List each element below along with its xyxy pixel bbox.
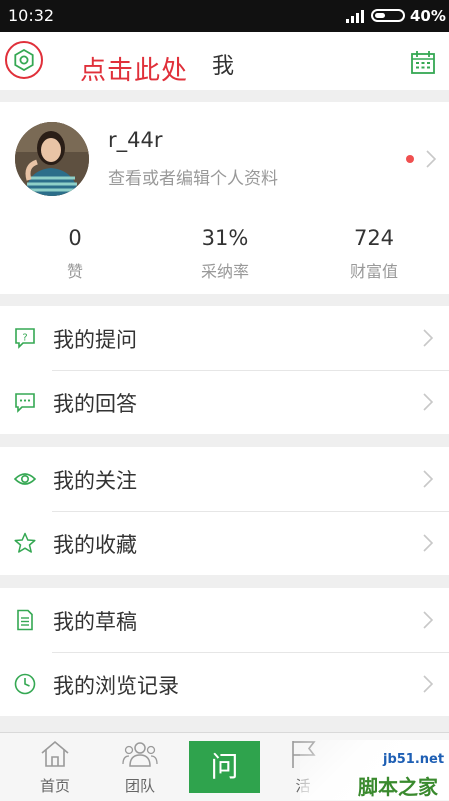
menu-item-my-drafts[interactable]: 我的草稿	[0, 588, 449, 652]
menu-item-label: 我的关注	[53, 469, 137, 493]
chevron-right-icon	[426, 150, 437, 168]
stat-value: 0	[68, 226, 82, 250]
gear-icon	[14, 49, 34, 71]
status-time: 10:32	[8, 6, 55, 25]
menu-item-my-follows[interactable]: 我的关注	[0, 447, 449, 511]
page-title: 我	[212, 54, 235, 79]
stat-label: 赞	[66, 262, 83, 281]
notification-dot	[406, 155, 414, 163]
star-icon	[14, 532, 36, 553]
settings-button[interactable]	[5, 41, 45, 81]
username: r_44r	[108, 128, 163, 152]
menu-item-label: 我的收藏	[53, 533, 137, 557]
answer-bubble-icon	[15, 393, 35, 413]
battery-level	[375, 13, 385, 18]
svg-text:?: ?	[22, 333, 27, 344]
nav-team[interactable]: 团队	[105, 733, 175, 801]
stat-label: 财富值	[349, 262, 398, 281]
annotation-text: 点击此处	[80, 56, 189, 86]
menu-group-qa: ? 我的提问 我的回答	[0, 306, 449, 434]
stat-label: 采纳率	[200, 262, 249, 281]
menu-item-label: 我的浏览记录	[53, 674, 179, 698]
stat-wealth[interactable]: 724 财富值	[299, 214, 449, 282]
stat-value: 31%	[201, 226, 249, 250]
battery-percent: 40%	[410, 7, 446, 25]
menu-group-follow: 我的关注 我的收藏	[0, 447, 449, 575]
menu-item-my-favorites[interactable]: 我的收藏	[0, 511, 449, 575]
watermark-name: 脚本之家	[358, 775, 438, 799]
nav-label: 团队	[124, 777, 155, 795]
chevron-right-icon	[423, 470, 434, 488]
chevron-right-icon	[423, 534, 434, 552]
watermark-url: jb51.net	[383, 752, 445, 767]
profile-card[interactable]: r_44r 查看或者编辑个人资料	[0, 102, 449, 215]
chevron-right-icon	[423, 675, 434, 693]
profile-edit-hint: 查看或者编辑个人资料	[108, 169, 278, 189]
stat-value: 724	[353, 226, 395, 250]
menu-item-browse-history[interactable]: 我的浏览记录	[0, 652, 449, 716]
status-bar: 10:32 40%	[0, 0, 449, 32]
stat-likes[interactable]: 0 赞	[0, 214, 150, 282]
calendar-icon[interactable]	[410, 50, 436, 76]
menu-item-label: 我的草稿	[53, 610, 137, 634]
menu-item-my-answers[interactable]: 我的回答	[0, 370, 449, 434]
menu-item-my-questions[interactable]: ? 我的提问	[0, 306, 449, 370]
top-bar: 点击此处 我	[0, 32, 449, 90]
menu-item-label: 我的提问	[53, 328, 137, 352]
document-icon	[17, 609, 33, 631]
battery-icon	[371, 9, 405, 22]
team-icon	[122, 742, 158, 767]
avatar-image	[15, 122, 89, 196]
stats-row: 0 赞 31% 采纳率 724 财富值	[0, 214, 449, 294]
chevron-right-icon	[423, 393, 434, 411]
signal-icon	[346, 10, 364, 23]
clock-icon	[14, 673, 36, 695]
avatar[interactable]	[15, 122, 89, 196]
menu-item-label: 我的回答	[53, 392, 137, 416]
menu-group-history: 我的草稿 我的浏览记录	[0, 588, 449, 716]
chevron-right-icon	[423, 329, 434, 347]
nav-home[interactable]: 首页	[20, 733, 90, 801]
chevron-right-icon	[423, 611, 434, 629]
stat-adoption-rate[interactable]: 31% 采纳率	[150, 214, 300, 282]
home-icon	[41, 740, 69, 767]
nav-label: 首页	[39, 777, 70, 795]
eye-icon	[14, 473, 36, 485]
question-bubble-icon: ?	[15, 328, 35, 349]
ask-question-button[interactable]: 问	[189, 741, 260, 793]
